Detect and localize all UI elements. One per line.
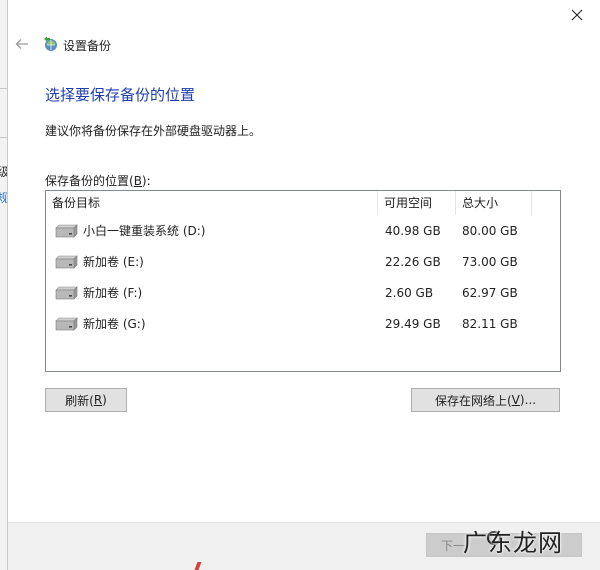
hard-drive-icon (55, 224, 78, 238)
title-bar: 设置备份 (8, 0, 600, 90)
hard-drive-icon (55, 317, 78, 331)
drive-name: 小白一键重装系统 (D:) (83, 224, 206, 238)
hard-drive-icon (55, 286, 78, 300)
label-access-key: B (133, 174, 142, 188)
page-heading: 选择要保存备份的位置 (45, 86, 196, 104)
list-item-drive-g[interactable]: 新加卷 (G:) 29.49 GB 82.11 GB (46, 309, 560, 339)
window-title: 设置备份 (63, 39, 112, 53)
drive-free-space: 29.49 GB (385, 317, 441, 331)
divider (0, 88, 7, 89)
drive-total-size: 80.00 GB (462, 224, 518, 238)
label-text-pre: 保存备份的位置( (45, 174, 134, 188)
backup-destination-list[interactable]: 备份目标 可用空间 总大小 小白一键重装系统 (D:) 40.98 GB 80.… (45, 190, 561, 372)
button-access-key: V (511, 393, 520, 407)
button-label-pre: 保存在网络上( (434, 393, 512, 408)
list-item-drive-d[interactable]: 小白一键重装系统 (D:) 40.98 GB 80.00 GB (46, 216, 560, 246)
backup-location-label: 保存备份的位置(B): (45, 172, 151, 189)
list-item-drive-e[interactable]: 新加卷 (E:) 22.26 GB 73.00 GB (46, 247, 560, 277)
drive-name: 新加卷 (G:) (83, 317, 146, 331)
column-header-target[interactable]: 备份目标 (46, 191, 378, 215)
background-window-edge: 级 规 (0, 0, 8, 570)
button-label-post: )... (519, 393, 537, 407)
button-label-post: ) (102, 393, 107, 407)
back-arrow-icon (15, 39, 28, 49)
page-subtitle: 建议你将备份保存在外部硬盘驱动器上。 (45, 124, 262, 138)
save-on-network-button[interactable]: 保存在网络上(V)... (411, 388, 560, 412)
close-button[interactable] (554, 0, 600, 30)
drive-name: 新加卷 (E:) (83, 255, 144, 269)
list-header: 备份目标 可用空间 总大小 (46, 191, 560, 215)
drive-total-size: 62.97 GB (462, 286, 518, 300)
list-item-drive-f[interactable]: 新加卷 (F:) 2.60 GB 62.97 GB (46, 278, 560, 308)
backup-app-icon (44, 36, 57, 51)
drive-free-space: 2.60 GB (385, 286, 434, 300)
drive-total-size: 82.11 GB (462, 317, 518, 331)
background-window-link: 规 (0, 189, 7, 206)
close-icon (571, 9, 583, 21)
drive-total-size: 73.00 GB (462, 255, 518, 269)
refresh-button[interactable]: 刷新(R) (45, 388, 127, 412)
button-label-pre: 刷新( (65, 393, 94, 408)
drive-free-space: 40.98 GB (385, 224, 441, 238)
setup-backup-dialog: 设置备份 选择要保存备份的位置 建议你将备份保存在外部硬盘驱动器上。 保存备份的… (8, 0, 600, 570)
column-header-total-size[interactable]: 总大小 (456, 191, 532, 215)
button-access-key: R (93, 393, 103, 407)
drive-free-space: 22.26 GB (385, 255, 441, 269)
drive-name: 新加卷 (F:) (83, 286, 143, 300)
label-text-post: ): (141, 174, 151, 188)
watermark-text: 广东龙网 (463, 529, 563, 557)
divider (0, 137, 7, 138)
background-window-text: 级 (0, 163, 7, 180)
hard-drive-icon (55, 255, 78, 269)
back-button[interactable] (12, 35, 32, 53)
column-header-empty (532, 191, 560, 215)
column-header-free-space[interactable]: 可用空间 (378, 191, 456, 215)
